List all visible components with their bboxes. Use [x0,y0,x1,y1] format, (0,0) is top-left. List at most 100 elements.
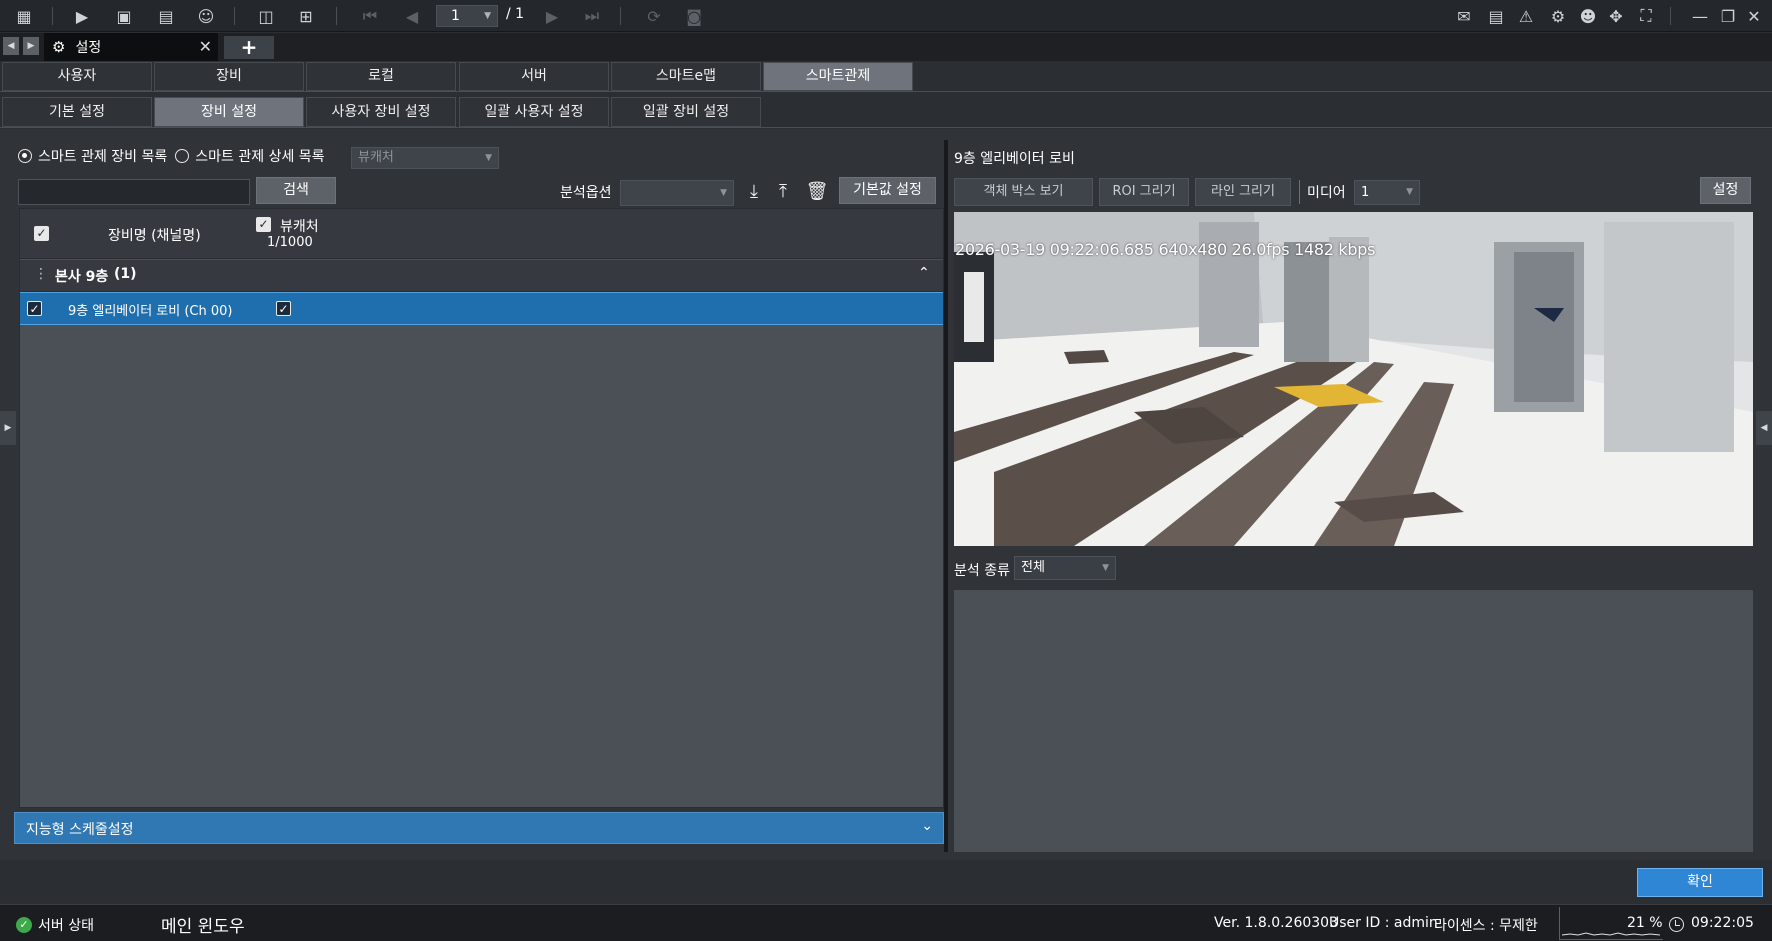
export-icon[interactable]: ▤ [154,5,178,27]
download-icon[interactable]: ⤓ [742,180,766,204]
tab-scroll-left-icon[interactable]: ◀ [3,37,19,55]
trash-icon[interactable]: 🗑 [805,180,829,204]
tab-local[interactable]: 로컬 [306,62,456,91]
play-icon[interactable]: ▶ [70,5,94,27]
search-button[interactable]: 검색 [256,177,336,204]
analysis-result-panel [954,590,1753,852]
last-page-icon[interactable]: ⏭ [580,5,604,27]
status-bar: ✓ 서버 상태 메인 윈도우 Ver. 1.8.0.260303 User ID… [0,904,1772,941]
toolbar-separator [234,7,235,25]
subtab-device[interactable]: 장비 설정 [154,97,304,127]
device-viewcatcher-checkbox[interactable]: ✓ [276,301,291,316]
search-input[interactable] [18,179,250,205]
header-viewcatcher: 뷰캐처 [280,219,319,235]
analysis-option-label: 분석옵션 [560,185,612,201]
gear-icon: ⚙ [52,38,66,56]
camera-title: 9층 엘리베이터 로비 [954,151,1075,167]
header-count: 1/1000 [267,235,313,250]
analysis-kind-value: 전체 [1021,560,1045,575]
toolbar-separator [620,7,621,25]
snapshot-monitor-icon[interactable]: ◙ [682,5,706,27]
select-all-checkbox[interactable]: ✓ [34,226,49,241]
left-panel-toggle-icon[interactable]: ▶ [0,411,16,445]
layout-icon[interactable]: ◫ [254,5,278,27]
add-monitor-icon[interactable]: ⊞ [294,5,318,27]
toolbar-separator [336,7,337,25]
table-row[interactable]: ✓ 9층 엘리베이터 로비 (Ch 00) ✓ [20,292,943,325]
object-box-button[interactable]: 객체 박스 보기 [954,178,1093,206]
device-list: ✓ 장비명 (채널명) ✓ 뷰캐처 1/1000 ⋮ 본사 9층 (1) ⌃ ✓… [19,208,944,808]
first-page-icon[interactable]: ⏮ [358,5,382,27]
analysis-option-select[interactable]: ▼ [620,180,734,206]
tab-device[interactable]: 장비 [154,62,304,91]
subtab-bulk-user[interactable]: 일괄 사용자 설정 [459,97,609,127]
alarm-icon[interactable]: ⚠ [1514,5,1538,27]
toolbar-separator [52,7,53,25]
page-select[interactable]: 1 ▼ [436,5,498,27]
radio-detail-list[interactable] [175,149,190,163]
tab-scroll-right-icon[interactable]: ▶ [23,37,39,55]
tab-smart-control[interactable]: 스마트관제 [763,62,913,91]
radio-device-list[interactable] [18,149,32,163]
camera-scene [954,212,1753,546]
tab-server[interactable]: 서버 [459,62,609,91]
settings-icon[interactable]: ⚙ [1546,5,1570,27]
category-tabs: 사용자 장비 로컬 서버 스마트e맵 스마트관제 [0,61,1772,92]
grid-icon[interactable]: ▦ [12,5,36,27]
chevron-down-icon: ▼ [484,11,491,21]
upload-icon[interactable]: ⤒ [771,180,795,204]
tab-smart-emap[interactable]: 스마트e맵 [611,62,761,91]
server-status[interactable]: 서버 상태 [38,915,94,935]
chevron-down-icon: ⌄ [921,818,933,834]
chat-icon[interactable]: ✉ [1452,5,1476,27]
page-current: 1 [451,8,460,24]
video-preview[interactable] [954,212,1753,546]
close-tab-icon[interactable]: ✕ [199,37,212,56]
roi-draw-button[interactable]: ROI 그리기 [1099,178,1189,206]
analysis-type-select[interactable]: 뷰캐처 ▼ [351,147,499,169]
minimize-icon[interactable]: — [1688,5,1712,27]
close-icon[interactable]: ✕ [1742,5,1766,27]
chevron-down-icon: ▼ [720,188,727,198]
radio-detail-list-label[interactable]: 스마트 관제 상세 목록 [195,146,324,166]
main-window-label[interactable]: 메인 윈도우 [161,912,245,937]
refresh-monitor-icon[interactable]: ⟳ [642,5,666,27]
person-search-icon[interactable]: ☺ [194,5,218,27]
panel-splitter[interactable] [944,140,948,852]
playback-search-icon[interactable]: ▣ [112,5,136,27]
move-icon[interactable]: ✥ [1604,5,1628,27]
license-label: 라이센스 : 무제한 [1434,918,1538,934]
video-info-overlay: 2026-03-19 09:22:06.685 640x480 26.0fps … [955,240,1376,259]
radio-device-list-label[interactable]: 스마트 관제 장비 목록 [38,146,167,166]
sub-tabs: 기본 설정 장비 설정 사용자 장비 설정 일괄 사용자 설정 일괄 장비 설정 [0,96,1772,128]
message-icon[interactable]: ▤ [1484,5,1508,27]
analysis-kind-select[interactable]: 전체 ▼ [1014,556,1116,580]
viewcatcher-all-checkbox[interactable]: ✓ [256,217,271,232]
schedule-bar[interactable]: 지능형 스케줄설정 ⌄ [14,812,944,844]
add-tab-button[interactable]: + [224,36,274,59]
settings-button[interactable]: 설정 [1700,177,1751,204]
fullscreen-icon[interactable]: ⛶ [1634,5,1658,27]
default-settings-button[interactable]: 기본값 설정 [839,177,936,204]
next-page-icon[interactable]: ▶ [540,5,564,27]
check-circle-icon: ✓ [16,917,32,933]
right-panel-toggle-icon[interactable]: ◀ [1756,411,1772,445]
restore-icon[interactable]: ❐ [1716,5,1740,27]
user-icon[interactable]: ☻ [1576,5,1600,27]
subtab-user-device[interactable]: 사용자 장비 설정 [306,97,456,127]
window-tab-settings[interactable]: ⚙ 설정 ✕ [44,33,218,61]
window-tab-row: ◀ ▶ ⚙ 설정 ✕ + [0,33,1772,61]
chevron-up-icon[interactable]: ⌃ [918,265,930,281]
media-value: 1 [1361,185,1370,200]
media-select[interactable]: 1 ▼ [1354,180,1420,205]
group-row[interactable]: ⋮ 본사 9층 (1) ⌃ [20,260,943,292]
tab-user[interactable]: 사용자 [2,62,152,91]
chevron-down-icon: ▼ [1102,563,1109,573]
line-draw-button[interactable]: 라인 그리기 [1195,178,1291,206]
subtab-bulk-device[interactable]: 일괄 장비 설정 [611,97,761,127]
device-checkbox[interactable]: ✓ [27,301,42,316]
drag-handle-icon[interactable]: ⋮ [34,266,48,282]
subtab-basic[interactable]: 기본 설정 [2,97,152,127]
prev-page-icon[interactable]: ◀ [400,5,424,27]
confirm-button[interactable]: 확인 [1637,868,1763,897]
